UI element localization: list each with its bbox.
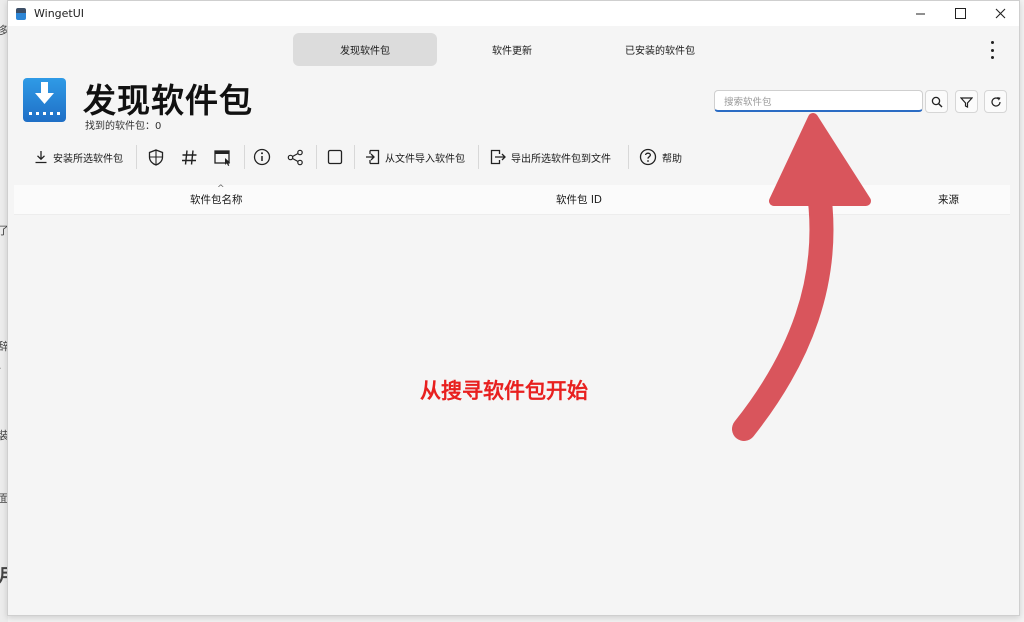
reload-button[interactable] [984,90,1007,113]
column-header-version[interactable]: 版本 [812,185,833,214]
navigation-tabs: 发现软件包 软件更新 已安装的软件包 [8,33,1019,66]
app-window: WingetUI 发现软件包 软件更新 已安装的软件包 发现软件包 找到的软件包… [7,0,1020,616]
filter-icon [960,96,973,108]
info-icon [253,148,271,166]
import-from-file-label: 从文件导入软件包 [385,153,465,165]
found-count-label: 找到的软件包：0 [85,121,162,132]
toolbar-divider [478,145,479,169]
administrator-button[interactable] [148,142,164,172]
export-icon [490,149,506,165]
toolbar-divider [628,145,629,169]
checkbox-icon [327,149,343,165]
more-dots-icon [990,56,994,59]
search-button[interactable] [925,90,948,113]
shield-icon [148,148,164,166]
maximize-icon [954,8,966,19]
toolbar-divider [354,145,355,169]
package-details-button[interactable] [253,142,271,172]
install-selected-button[interactable]: 安装所选软件包 [34,142,123,172]
download-icon [35,151,47,164]
maximize-button[interactable] [940,1,980,26]
page-title: 发现软件包 [83,81,253,120]
background-char: · [0,362,2,375]
share-icon [287,149,303,165]
hash-check-button[interactable] [181,142,198,172]
window-title: WingetUI [34,7,85,20]
discover-page-icon [23,78,66,122]
toolbar-divider [136,145,137,169]
toolbar: 安装所选软件包 从文件导入软件包 导出所选软件包到文件 帮助 [8,142,1019,172]
help-icon [639,148,657,166]
window-cursor-icon [214,149,231,166]
annotation-arrow-shaft [732,174,834,441]
toolbar-divider [316,145,317,169]
empty-state-hint: 从搜寻软件包开始 [420,379,588,403]
minimize-button[interactable] [900,1,940,26]
tray-dots [29,112,60,117]
export-to-file-button[interactable]: 导出所选软件包到文件 [490,142,611,172]
toolbar-divider [244,145,245,169]
download-arrow-icon [35,82,54,104]
install-selected-label: 安装所选软件包 [53,153,123,165]
more-dots-icon [990,48,994,52]
help-label: 帮助 [662,153,682,165]
app-icon [16,7,26,20]
more-dots-icon [990,41,994,44]
share-button[interactable] [287,142,304,172]
tab-discover-packages[interactable]: 发现软件包 [293,33,437,66]
import-from-file-button[interactable]: 从文件导入软件包 [365,142,465,172]
import-icon [366,149,380,165]
column-header-package-name[interactable]: 软件包名称 [190,185,243,214]
column-header-source[interactable]: 来源 [938,185,959,214]
more-options-button[interactable] [984,41,1000,59]
tab-installed-packages[interactable]: 已安装的软件包 [588,33,732,66]
package-table-header: ^ 软件包名称 软件包 ID 版本 来源 [14,184,1010,215]
tab-software-updates[interactable]: 软件更新 [440,33,584,66]
select-all-checkbox[interactable] [327,142,343,172]
close-button[interactable] [980,1,1019,26]
column-header-package-id[interactable]: 软件包 ID [556,185,602,214]
search-icon [931,96,942,107]
minimize-icon [915,13,925,15]
interactive-install-button[interactable] [214,142,232,172]
search-input[interactable]: 搜索软件包 [714,90,923,112]
close-icon [995,8,1005,19]
filter-button[interactable] [955,90,978,113]
reload-icon [990,96,1001,107]
hash-icon [182,149,197,165]
title-bar[interactable]: WingetUI [8,1,1019,26]
search-placeholder: 搜索软件包 [724,96,772,108]
export-to-file-label: 导出所选软件包到文件 [511,153,611,165]
help-button[interactable]: 帮助 [639,142,682,172]
